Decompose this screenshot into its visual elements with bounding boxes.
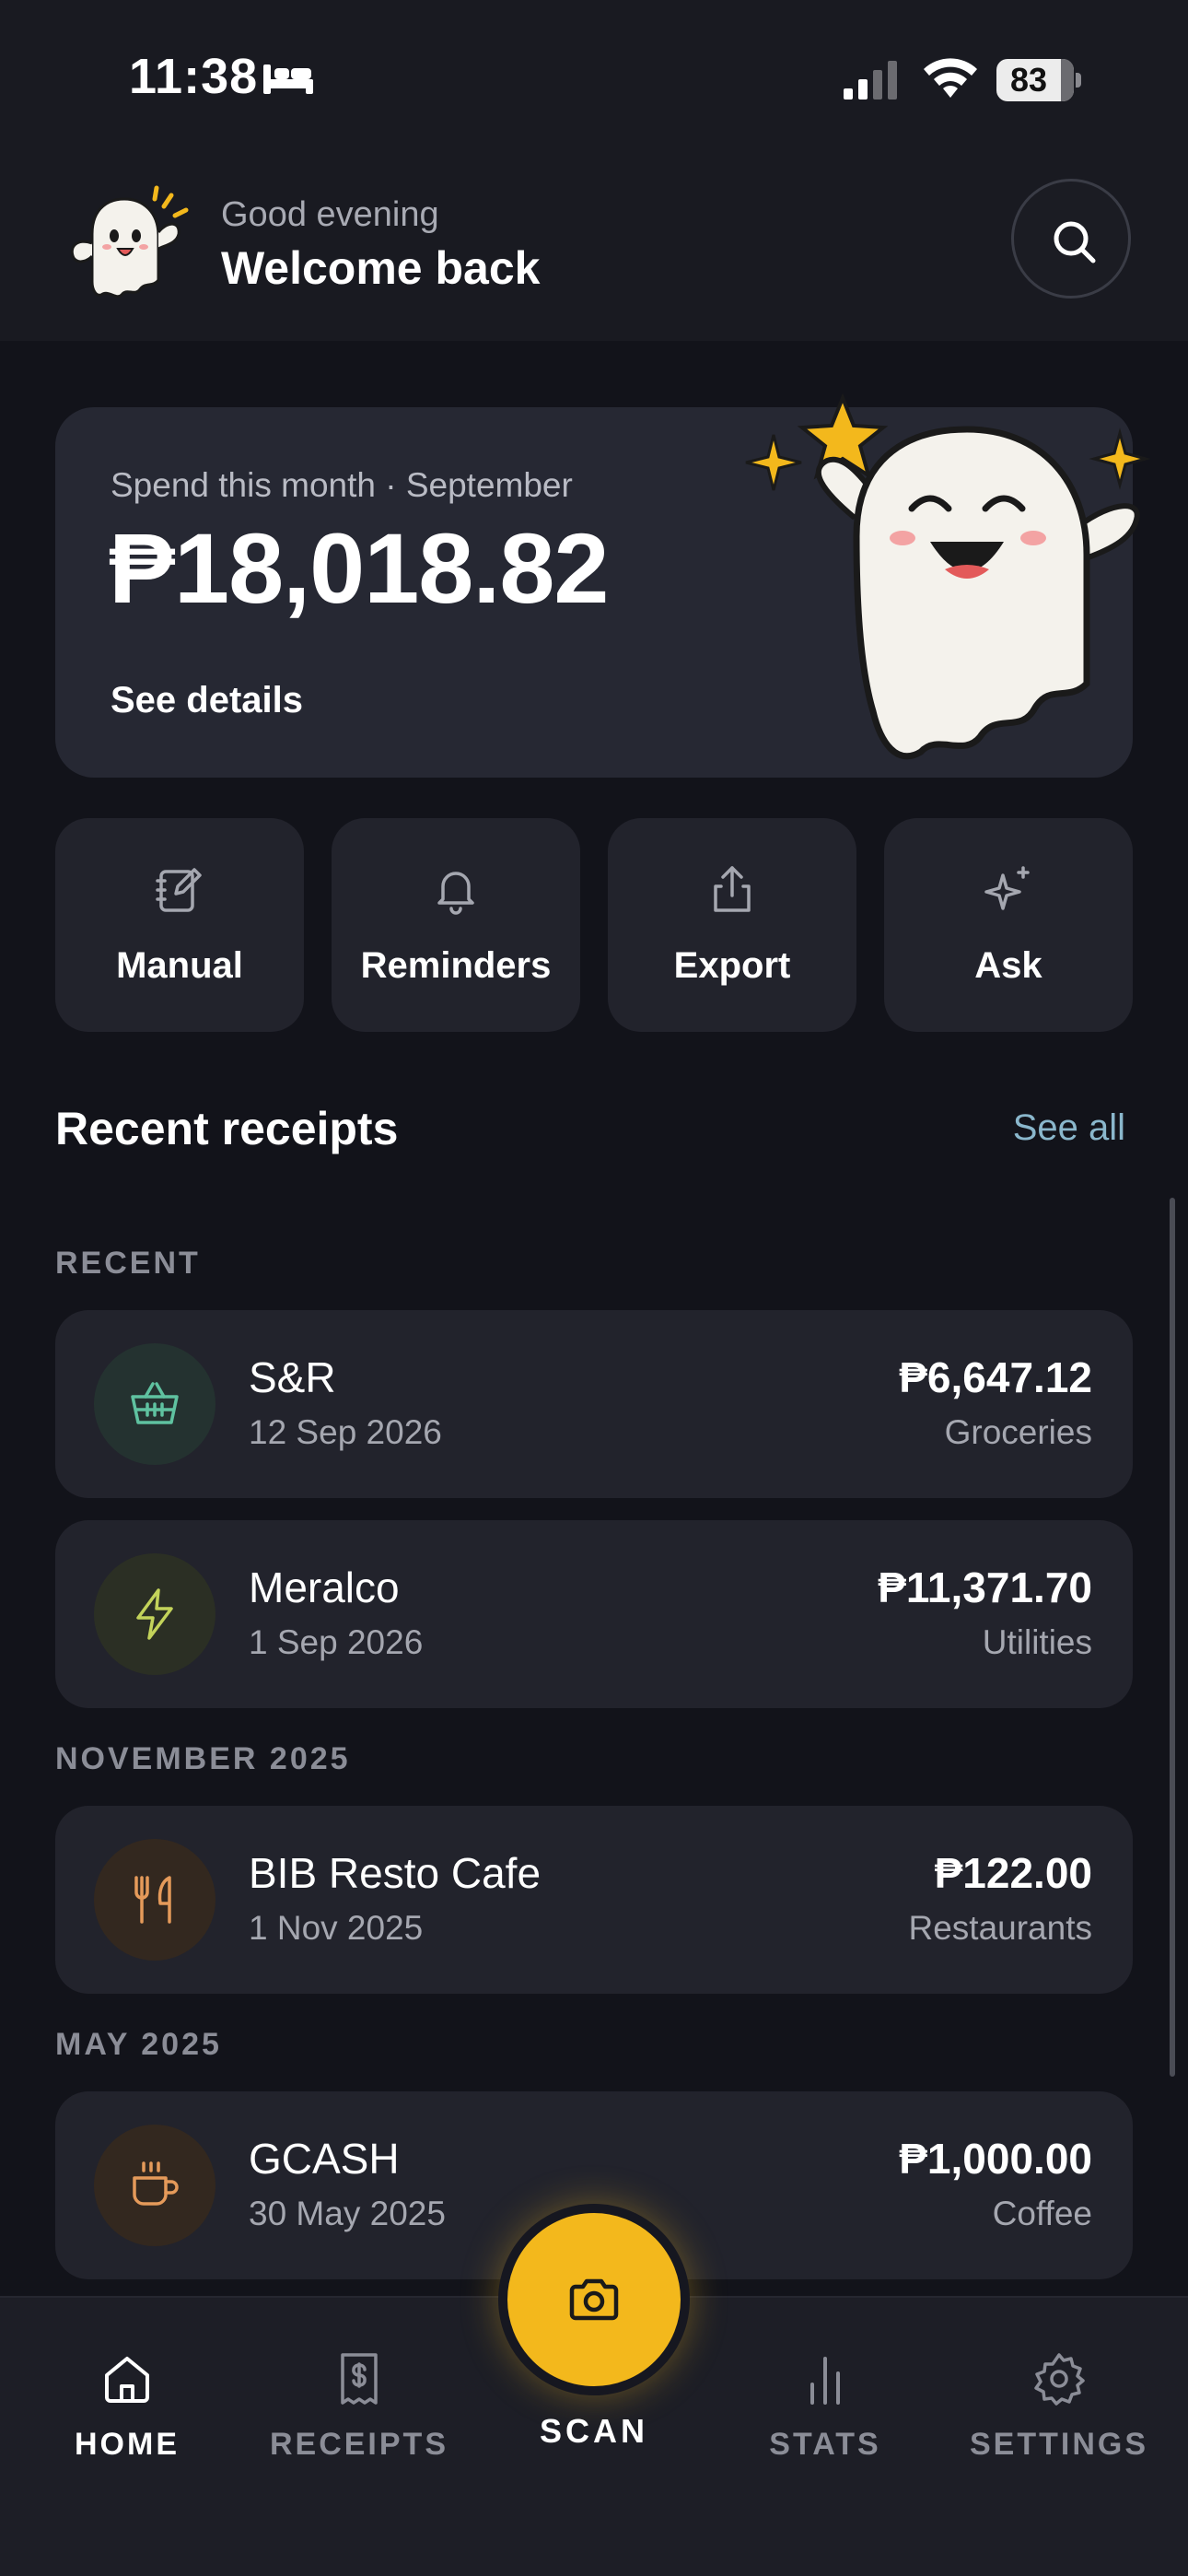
action-label: Manual — [116, 945, 243, 986]
basket-icon — [131, 1382, 179, 1424]
action-label: Reminders — [360, 945, 552, 986]
group-label-recent: RECENT — [55, 1246, 201, 1281]
receipt-date: 1 Nov 2025 — [249, 1909, 424, 1947]
wifi-icon — [924, 58, 977, 98]
category-icon-circle — [94, 1553, 215, 1675]
merchant-name: S&R — [249, 1353, 336, 1401]
sparkles-icon — [984, 866, 1030, 910]
greeting-text: Good evening — [221, 195, 439, 234]
app-header: Good evening Welcome back — [0, 157, 1188, 341]
quick-actions: Manual Reminders Export Ask — [55, 818, 1133, 1032]
nav-label: SETTINGS — [969, 2427, 1149, 2462]
category-icon-circle — [94, 2125, 215, 2246]
receipt-amount: ₱122.00 — [934, 1849, 1092, 1897]
see-all-link[interactable]: See all — [1013, 1107, 1125, 1149]
nav-label: RECEIPTS — [269, 2427, 449, 2462]
nav-stats[interactable]: STATS — [715, 2351, 936, 2480]
merchant-name: BIB Resto Cafe — [249, 1849, 542, 1897]
receipt-amount: ₱6,647.12 — [899, 1353, 1092, 1401]
receipt-icon — [341, 2353, 378, 2405]
group-label-november-2025: NOVEMBER 2025 — [55, 1741, 351, 1776]
monthly-spend-card[interactable]: Spend this month · September ₱18,018.82 … — [55, 392, 1151, 778]
battery-level: 83 — [1009, 61, 1048, 99]
nav-label: HOME — [75, 2427, 180, 2462]
search-button[interactable] — [1011, 179, 1131, 299]
receipt-category: Coffee — [992, 2195, 1092, 2232]
bar-chart-icon — [810, 2357, 840, 2405]
utensils-icon — [134, 1876, 171, 1924]
sleep-icon — [263, 64, 313, 94]
group-label-may-2025: MAY 2025 — [55, 2027, 222, 2062]
category-icon-circle — [94, 1343, 215, 1465]
nav-label: STATS — [769, 2427, 881, 2462]
action-ask[interactable]: Ask — [884, 818, 1133, 1032]
receipt-category: Restaurants — [908, 1909, 1093, 1947]
home-icon — [105, 2357, 149, 2403]
receipt-date: 12 Sep 2026 — [249, 1413, 442, 1451]
action-label: Export — [673, 945, 791, 986]
welcome-title: Welcome back — [221, 242, 541, 294]
signal-icon — [844, 61, 897, 100]
happy-ghost-illustration — [745, 392, 1151, 760]
search-icon — [1054, 221, 1096, 263]
action-export[interactable]: Export — [608, 818, 856, 1032]
receipt-category: Groceries — [944, 1413, 1092, 1451]
scan-label: SCAN — [539, 2412, 648, 2450]
scrollbar[interactable] — [1170, 1198, 1175, 2077]
coffee-cup-icon — [133, 2161, 179, 2206]
battery-icon: 83 — [996, 59, 1081, 101]
spend-amount: ₱18,018.82 — [109, 512, 609, 624]
share-icon — [714, 866, 751, 912]
receipt-row[interactable]: BIB Resto Cafe 1 Nov 2025 ₱122.00 Restau… — [55, 1806, 1133, 1994]
gear-icon — [1034, 2353, 1085, 2406]
camera-icon — [569, 2278, 619, 2321]
ghost-mascot-icon — [70, 185, 189, 299]
receipt-category: Utilities — [982, 1623, 1092, 1661]
receipt-date: 30 May 2025 — [249, 2195, 446, 2232]
category-icon-circle — [94, 1839, 215, 1961]
notebook-edit-icon — [156, 868, 202, 912]
receipt-row[interactable]: S&R 12 Sep 2026 ₱6,647.12 Groceries — [55, 1310, 1133, 1498]
nav-receipts[interactable]: RECEIPTS — [249, 2351, 470, 2480]
spend-label: Spend this month · September — [111, 466, 573, 504]
receipt-date: 1 Sep 2026 — [249, 1623, 424, 1661]
action-manual[interactable]: Manual — [55, 818, 304, 1032]
app-screen: 11:38 83 Good evening Welcome back Spend… — [0, 0, 1188, 2576]
merchant-name: Meralco — [249, 1563, 400, 1611]
recent-receipts-title: Recent receipts — [55, 1103, 399, 1154]
receipt-amount: ₱1,000.00 — [899, 2135, 1092, 2183]
status-bar: 11:38 83 — [0, 0, 1188, 157]
merchant-name: GCASH — [249, 2135, 400, 2183]
status-time: 11:38 — [129, 49, 259, 104]
receipt-amount: ₱11,371.70 — [878, 1563, 1092, 1611]
lightning-icon — [136, 1588, 173, 1640]
nav-settings[interactable]: SETTINGS — [949, 2351, 1170, 2480]
nav-home[interactable]: HOME — [17, 2351, 238, 2480]
see-details-link[interactable]: See details — [111, 680, 303, 721]
scan-button[interactable] — [498, 2204, 690, 2395]
action-reminders[interactable]: Reminders — [332, 818, 580, 1032]
action-label: Ask — [974, 945, 1042, 986]
bell-icon — [437, 872, 474, 915]
receipt-row[interactable]: Meralco 1 Sep 2026 ₱11,371.70 Utilities — [55, 1520, 1133, 1708]
